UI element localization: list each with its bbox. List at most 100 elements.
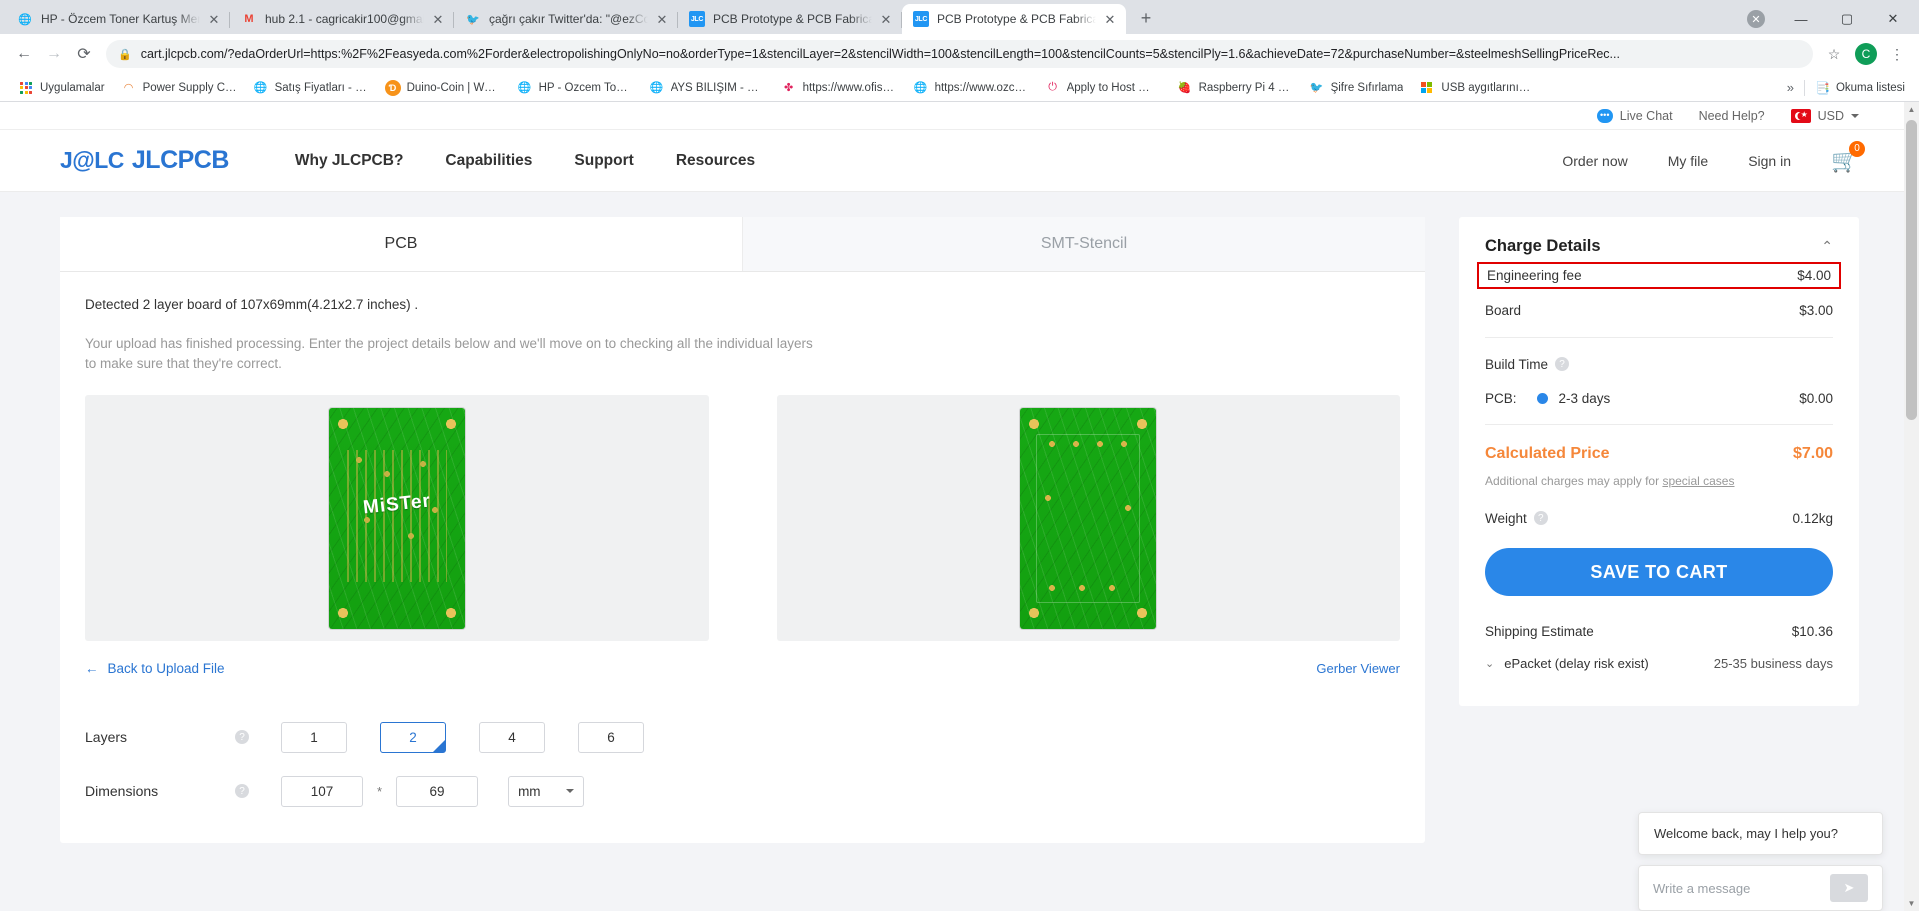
bookmark-item[interactable]: ⏻ Apply to Host — N... (1037, 78, 1169, 98)
page-scrollbar[interactable]: ▲ ▼ (1904, 102, 1919, 911)
tab-title: çağrı çakır Twitter'da: "@ezConte (489, 12, 648, 26)
chevron-up-icon[interactable]: ⌃ (1821, 238, 1833, 255)
reading-list-button[interactable]: 📑 Okuma listesi (1815, 81, 1905, 95)
bookmark-apps[interactable]: Uygulamalar (10, 78, 113, 98)
layer-option-6[interactable]: 6 (578, 721, 644, 753)
logo[interactable]: J@LC JLCPCB (60, 146, 229, 175)
bookmark-item[interactable]: ✤ https://www.ofiston... (773, 78, 905, 98)
bookmark-star-icon[interactable]: ☆ (1821, 41, 1847, 67)
bookmarks-bar: Uygulamalar ◠ Power Supply Calcu... 🌐 Sa… (0, 74, 1919, 102)
chrome-menu-icon[interactable]: ⋮ (1885, 41, 1909, 67)
nav-item-capabilities[interactable]: Capabilities (445, 152, 532, 170)
bookmark-item[interactable]: 🌐 https://www.ozcem... (905, 78, 1037, 98)
scroll-down-icon[interactable]: ▼ (1904, 896, 1919, 911)
chat-welcome-message: Welcome back, may I help you? (1638, 812, 1883, 855)
layer-option-1[interactable]: 1 (281, 721, 347, 753)
browser-window: 🌐 HP - Özcem Toner Kartuş Merkez ✕ M hub… (0, 0, 1919, 911)
chat-input-row[interactable]: Write a message ➤ (1638, 865, 1883, 911)
shipping-estimate-row: Shipping Estimate $10.36 (1485, 616, 1833, 646)
browser-tab[interactable]: 🐦 çağrı çakır Twitter'da: "@ezConte ✕ (454, 4, 678, 34)
pcb-days-price: $0.00 (1799, 390, 1833, 406)
my-file-link[interactable]: My file (1668, 153, 1708, 169)
browser-tab[interactable]: M hub 2.1 - cagricakir100@gmail.co ✕ (230, 4, 454, 34)
panel-tabs: PCB SMT-Stencil (60, 217, 1425, 272)
nav-item-support[interactable]: Support (574, 152, 633, 170)
dimension-width-input[interactable]: 107 (281, 775, 363, 807)
bookmark-item[interactable]: 🌐 Satış Fiyatları - Fiyat... (245, 78, 377, 98)
divider (1804, 79, 1806, 96)
cart-button[interactable]: 🛒 0 (1831, 140, 1865, 174)
close-icon[interactable]: ✕ (1102, 11, 1118, 27)
pcb-days-label: 2-3 days (1558, 390, 1611, 406)
bookmark-item[interactable]: 🌐 AYS BİLİŞİM - BAYİ... (641, 78, 773, 98)
close-icon[interactable]: ✕ (878, 11, 894, 27)
tab-pcb[interactable]: PCB (60, 217, 742, 271)
browser-tab[interactable]: 🌐 HP - Özcem Toner Kartuş Merkez ✕ (6, 4, 230, 34)
save-to-cart-button[interactable]: SAVE TO CART (1485, 548, 1833, 596)
close-icon[interactable]: ✕ (430, 11, 446, 27)
currency-selector[interactable]: USD (1790, 108, 1859, 123)
need-help-link[interactable]: Need Help? (1699, 109, 1765, 123)
help-icon[interactable]: ? (235, 784, 249, 799)
nav-item-resources[interactable]: Resources (676, 152, 755, 170)
back-button[interactable]: ← (10, 40, 38, 68)
live-chat-button[interactable]: ••• Live Chat (1596, 108, 1673, 123)
order-now-link[interactable]: Order now (1562, 153, 1627, 169)
bookmark-item[interactable]: 🐦 Şifre Sıfırlama (1301, 78, 1412, 98)
nav-item-why-jlcpcb[interactable]: Why JLCPCB? (295, 152, 404, 170)
dimension-height-input[interactable]: 69 (396, 775, 479, 807)
gerber-viewer-link[interactable]: Gerber Viewer (1316, 661, 1400, 676)
pcb-preview-front[interactable]: MiSTer (85, 395, 709, 642)
browser-tab-active[interactable]: JLC PCB Prototype & PCB Fabrication ✕ (902, 4, 1126, 34)
layer-option-4[interactable]: 4 (479, 721, 545, 753)
reload-button[interactable]: ⟳ (70, 40, 98, 68)
bookmark-label: Şifre Sıfırlama (1330, 81, 1404, 94)
bookmark-item[interactable]: ◠ Power Supply Calcu... (113, 78, 245, 98)
bookmark-label: Raspberry Pi 4 - 4G... (1198, 81, 1293, 94)
send-icon[interactable]: ➤ (1830, 874, 1868, 902)
calculated-price-value: $7.00 (1792, 445, 1833, 462)
close-icon[interactable]: ✕ (206, 11, 222, 27)
main-nav: Why JLCPCB? Capabilities Support Resourc… (295, 152, 755, 170)
divider (1485, 337, 1833, 338)
pcb-label: PCB: (1485, 390, 1517, 406)
detected-board-text: Detected 2 layer board of 107x69mm(4.21x… (85, 297, 419, 312)
sign-in-link[interactable]: Sign in (1748, 153, 1791, 169)
forward-button[interactable]: → (40, 40, 68, 68)
help-icon[interactable]: ? (1533, 511, 1548, 525)
shipping-method-row[interactable]: ⌄ ePacket (delay risk exist) 25-35 busin… (1485, 646, 1833, 680)
chevron-down-icon (566, 789, 575, 794)
bookmark-item[interactable]: 🍓 Raspberry Pi 4 - 4G... (1169, 78, 1301, 98)
minimize-button[interactable]: — (1779, 4, 1823, 34)
shipping-method-label: ePacket (delay risk exist) (1504, 655, 1649, 671)
scroll-up-icon[interactable]: ▲ (1904, 102, 1919, 117)
back-to-upload-link[interactable]: ← Back to Upload File (85, 661, 225, 676)
bookmark-item[interactable]: 🌐 HP - Özcem Toner... (509, 78, 641, 98)
close-icon[interactable]: ✕ (654, 11, 670, 27)
bookmark-item[interactable]: USB aygıtlarının ay... (1411, 78, 1543, 98)
live-chat-label: Live Chat (1619, 108, 1673, 123)
unit-select[interactable]: mm (508, 775, 585, 807)
pcb-preview-back[interactable] (776, 395, 1400, 642)
extension-icon[interactable]: ✕ (1747, 10, 1765, 28)
help-icon[interactable]: ? (1555, 357, 1570, 371)
power-icon: ⏻ (1048, 81, 1057, 93)
tr-flag-icon (1790, 108, 1811, 123)
chevron-right-icon[interactable]: » (1787, 80, 1794, 95)
close-window-button[interactable]: ✕ (1871, 4, 1915, 34)
scrollbar-thumb[interactable] (1906, 120, 1917, 420)
avatar[interactable]: C (1855, 43, 1877, 65)
special-cases-link[interactable]: special cases (1662, 474, 1734, 488)
tab-smt-stencil[interactable]: SMT-Stencil (742, 217, 1425, 271)
bookmark-item[interactable]: Ɗ Duino-Coin | Web... (377, 78, 509, 98)
browser-tab[interactable]: JLC PCB Prototype & PCB Fabrication ✕ (678, 4, 902, 34)
bookmark-label: Apply to Host — N... (1066, 81, 1161, 94)
radio-selected-icon[interactable] (1536, 392, 1548, 404)
shipping-estimate-label: Shipping Estimate (1485, 623, 1594, 639)
panel-body: Detected 2 layer board of 107x69mm(4.21x… (60, 272, 1425, 843)
help-icon[interactable]: ? (235, 730, 249, 745)
layer-option-2[interactable]: 2 (380, 721, 446, 753)
address-bar[interactable]: 🔒 cart.jlcpcb.com/?edaOrderUrl=https:%2F… (106, 40, 1813, 68)
new-tab-button[interactable]: + (1132, 4, 1160, 32)
maximize-button[interactable]: ▢ (1825, 4, 1869, 34)
